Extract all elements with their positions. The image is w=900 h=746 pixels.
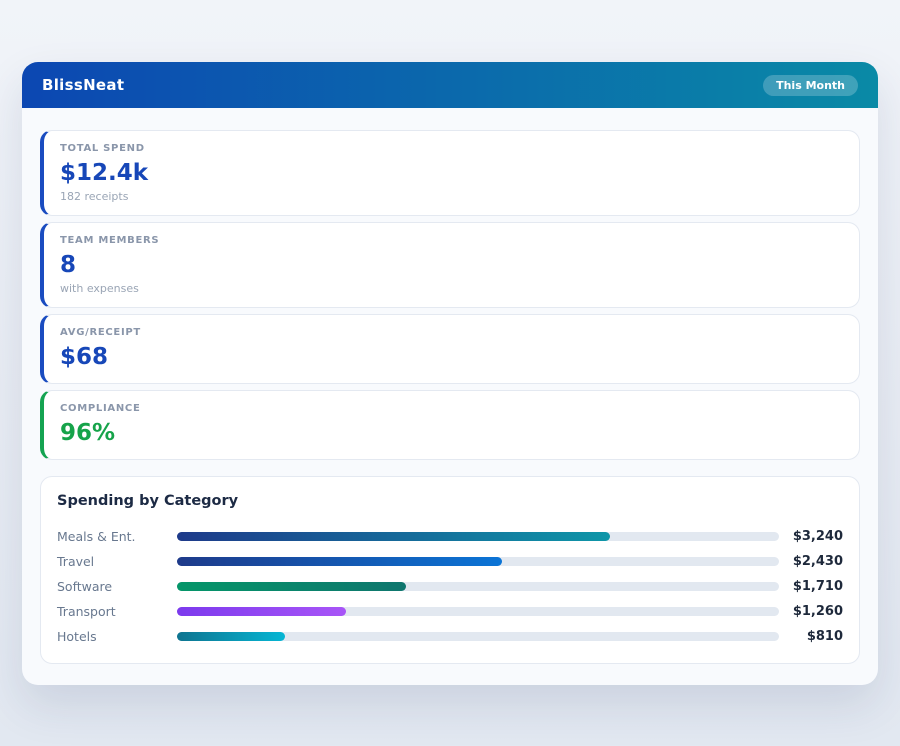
dashboard-card: BlissNeat This Month TOTAL SPEND $12.4k … <box>22 62 878 685</box>
stat-value: 8 <box>60 252 843 279</box>
stat-value: $12.4k <box>60 160 843 187</box>
category-row: Hotels $810 <box>57 624 843 649</box>
stat-subtext: 182 receipts <box>60 190 843 203</box>
category-bar-track <box>177 607 779 616</box>
app-title: BlissNeat <box>42 76 124 94</box>
category-value: $1,710 <box>779 579 843 594</box>
stat-label: COMPLIANCE <box>60 403 843 415</box>
category-bar-track <box>177 532 779 541</box>
app-body: TOTAL SPEND $12.4k 182 receipts TEAM MEM… <box>22 108 878 685</box>
stat-value: $68 <box>60 344 843 371</box>
category-value: $1,260 <box>779 604 843 619</box>
stat-card: AVG/RECEIPT $68 <box>40 314 860 384</box>
category-bar-fill <box>177 582 406 591</box>
category-row: Travel $2,430 <box>57 549 843 574</box>
chart-title: Spending by Category <box>57 493 843 510</box>
category-label: Hotels <box>57 629 177 644</box>
category-bar-track <box>177 582 779 591</box>
app-header: BlissNeat This Month <box>22 62 878 108</box>
category-value: $810 <box>779 629 843 644</box>
category-bar-fill <box>177 607 346 616</box>
stat-label: AVG/RECEIPT <box>60 327 843 339</box>
category-value: $2,430 <box>779 554 843 569</box>
category-bar-track <box>177 632 779 641</box>
stat-card: TEAM MEMBERS 8 with expenses <box>40 222 860 308</box>
category-row: Software $1,710 <box>57 574 843 599</box>
category-row: Transport $1,260 <box>57 599 843 624</box>
stats-list: TOTAL SPEND $12.4k 182 receipts TEAM MEM… <box>40 130 860 460</box>
category-label: Transport <box>57 604 177 619</box>
category-bar-track <box>177 557 779 566</box>
period-badge[interactable]: This Month <box>763 75 858 96</box>
spending-by-category-card: Spending by Category Meals & Ent. $3,240… <box>40 476 860 664</box>
category-bar-fill <box>177 557 502 566</box>
category-label: Software <box>57 579 177 594</box>
stat-label: TOTAL SPEND <box>60 143 843 155</box>
category-bar-fill <box>177 632 285 641</box>
category-value: $3,240 <box>779 529 843 544</box>
category-label: Meals & Ent. <box>57 529 177 544</box>
stat-value: 96% <box>60 420 843 447</box>
category-label: Travel <box>57 554 177 569</box>
category-bar-fill <box>177 532 610 541</box>
stat-card: TOTAL SPEND $12.4k 182 receipts <box>40 130 860 216</box>
stat-card: COMPLIANCE 96% <box>40 390 860 460</box>
stat-label: TEAM MEMBERS <box>60 235 843 247</box>
stat-subtext: with expenses <box>60 282 843 295</box>
category-row: Meals & Ent. $3,240 <box>57 524 843 549</box>
category-rows: Meals & Ent. $3,240 Travel $2,430 Softwa… <box>57 524 843 649</box>
